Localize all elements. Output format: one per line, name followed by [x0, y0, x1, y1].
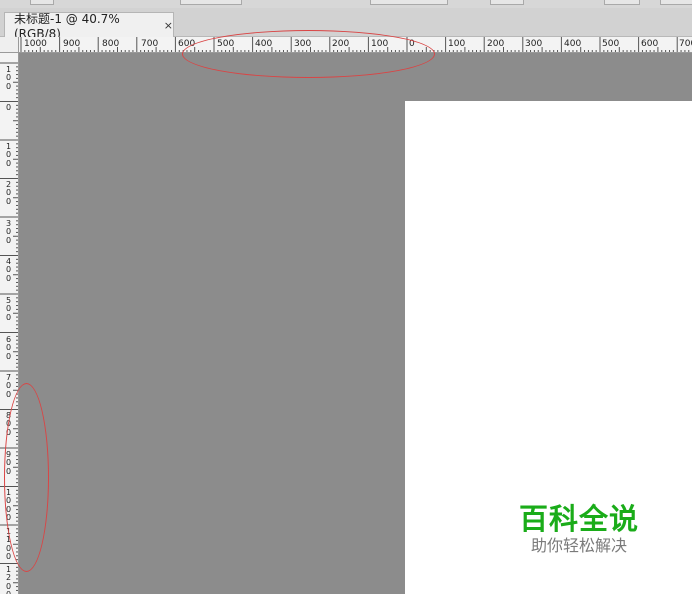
v-ruler-label: 200: [6, 180, 12, 206]
v-ruler-label: 0: [6, 103, 12, 112]
toolbar-field[interactable]: [490, 0, 524, 5]
toolbar-field[interactable]: [370, 0, 448, 5]
v-ruler-label: 500: [6, 296, 12, 322]
watermark-subtitle: 助你轻松解决: [530, 536, 627, 555]
toolbar-field[interactable]: [180, 0, 242, 5]
watermark-title: 百科全说: [518, 502, 639, 536]
v-ruler-label: 600: [6, 335, 12, 361]
ruler-origin[interactable]: [0, 37, 19, 53]
h-ruler-label: 800: [102, 39, 120, 49]
h-ruler-label: 100: [448, 39, 466, 49]
toolbar-button[interactable]: [30, 0, 54, 5]
v-ruler-label: 100: [6, 142, 12, 168]
v-ruler-label: 700: [6, 373, 12, 399]
document-tab-title: 未标题-1 @ 40.7%(RGB/8): [14, 11, 120, 41]
toolbar-field[interactable]: [604, 0, 640, 5]
close-icon[interactable]: ×: [164, 19, 173, 32]
h-ruler-label: 200: [487, 39, 505, 49]
h-ruler-label: 1000: [24, 39, 47, 49]
v-ruler-label: 400: [6, 257, 12, 283]
v-ruler-label: 100: [6, 65, 12, 91]
h-ruler-label: 700: [141, 39, 159, 49]
annotation-ellipse-vertical-ruler: [4, 383, 49, 572]
document-tab[interactable]: 未标题-1 @ 40.7%(RGB/8) ×: [4, 12, 174, 41]
h-ruler-label: 400: [564, 39, 582, 49]
h-ruler-label: 300: [525, 39, 543, 49]
h-ruler-label: 900: [63, 39, 81, 49]
h-ruler-label: 700: [679, 39, 692, 49]
v-ruler-label: 300: [6, 219, 12, 245]
v-ruler-label: 1200: [6, 565, 12, 594]
h-ruler-label: 600: [641, 39, 659, 49]
watermark: 百科全说 助你轻松解决: [508, 502, 650, 556]
annotation-ellipse-horizontal-ruler: [182, 30, 435, 78]
toolbar-field[interactable]: [660, 0, 692, 5]
h-ruler-label: 500: [602, 39, 620, 49]
